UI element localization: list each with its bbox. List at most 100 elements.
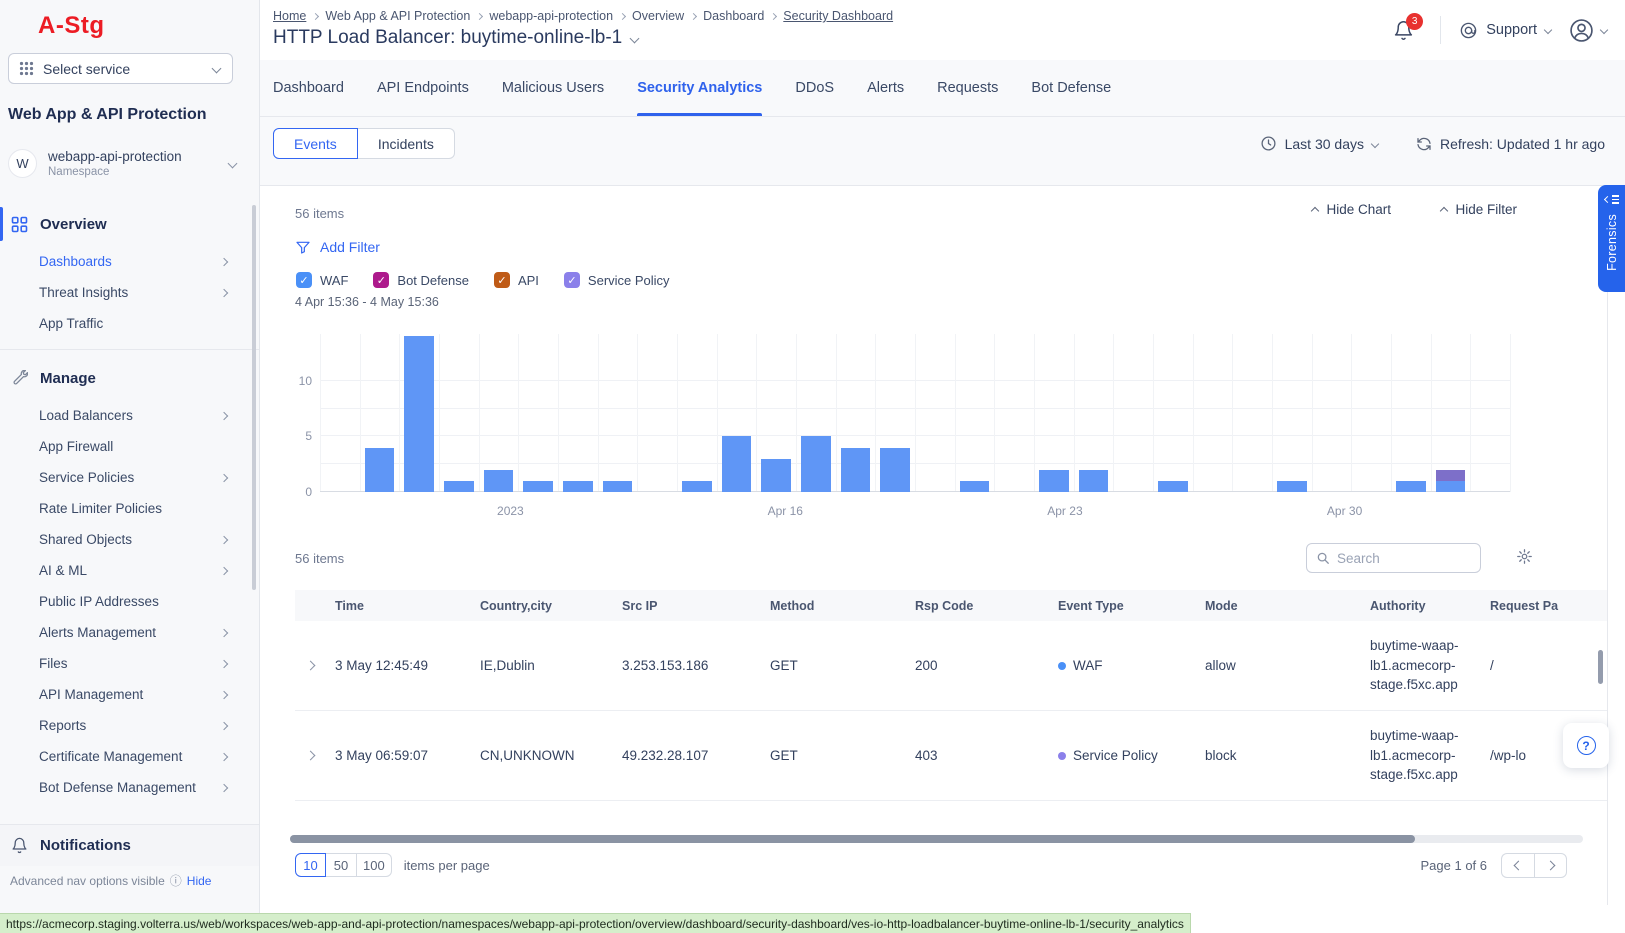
breadcrumb-webapp-api-protection[interactable]: webapp-api-protection (489, 9, 613, 23)
chart-bar[interactable] (1436, 481, 1465, 492)
nav-section-manage[interactable]: Manage (0, 356, 259, 400)
column-header-request-pa[interactable]: Request Pa (1490, 599, 1608, 613)
chart-bar[interactable] (960, 481, 989, 492)
previous-page-button[interactable] (1501, 853, 1534, 878)
sidebar-item-dashboards[interactable]: Dashboards (0, 246, 259, 277)
chart-bar[interactable] (563, 481, 592, 492)
horizontal-scrollbar[interactable] (290, 835, 1583, 843)
breadcrumb-overview[interactable]: Overview (632, 9, 684, 23)
column-header-time[interactable]: Time (335, 599, 480, 613)
sidebar-item-shared-objects[interactable]: Shared Objects (0, 524, 259, 555)
row-expand-icon[interactable] (295, 752, 335, 759)
sidebar-item-rate-limiter-policies[interactable]: Rate Limiter Policies (0, 493, 259, 524)
hide-advanced-nav-link[interactable]: Hide (187, 874, 212, 888)
refresh-control[interactable]: Refresh: Updated 1 hr ago (1416, 136, 1605, 152)
column-header-rsp-code[interactable]: Rsp Code (915, 599, 1058, 613)
legend-item-waf[interactable]: ✓WAF (296, 272, 348, 288)
select-service-dropdown[interactable]: Select service (8, 53, 233, 84)
chart-bar[interactable] (761, 459, 790, 492)
search-input[interactable] (1337, 551, 1514, 566)
per-page-option-10[interactable]: 10 (295, 853, 326, 877)
checkbox-checked-icon[interactable]: ✓ (494, 272, 510, 288)
add-filter-button[interactable]: Add Filter (295, 239, 380, 255)
tab-ddos[interactable]: DDoS (795, 60, 834, 116)
breadcrumb-home[interactable]: Home (273, 9, 306, 23)
chart-bar[interactable] (1436, 470, 1465, 481)
chart-bar[interactable] (1277, 481, 1306, 492)
sidebar-item-certificate-management[interactable]: Certificate Management (0, 741, 259, 772)
chart-bar[interactable] (1396, 481, 1425, 492)
namespace-selector[interactable]: W webapp-api-protection Namespace (8, 142, 248, 184)
tab-dashboard[interactable]: Dashboard (273, 60, 344, 116)
title-dropdown-icon[interactable] (630, 33, 640, 43)
checkbox-checked-icon[interactable]: ✓ (296, 272, 312, 288)
nav-section-overview[interactable]: Overview (0, 202, 259, 246)
chart-bar[interactable] (444, 481, 473, 492)
vertical-scrollbar-thumb[interactable] (1598, 650, 1603, 684)
sidebar-scrollbar[interactable] (252, 205, 256, 590)
notifications-bell-button[interactable]: 3 (1393, 20, 1414, 41)
view-toggle-events[interactable]: Events (273, 128, 358, 159)
breadcrumb-security-dashboard[interactable]: Security Dashboard (783, 9, 893, 23)
column-header-authority[interactable]: Authority (1370, 599, 1490, 613)
chart-bar[interactable] (880, 448, 909, 493)
breadcrumb-web-app-api-protection[interactable]: Web App & API Protection (325, 9, 470, 23)
sidebar-item-ai-ml[interactable]: AI & ML (0, 555, 259, 586)
chart-bar[interactable] (603, 481, 632, 492)
sidebar-item-alerts-management[interactable]: Alerts Management (0, 617, 259, 648)
account-menu[interactable] (1569, 18, 1607, 43)
column-header-event-type[interactable]: Event Type (1058, 599, 1205, 613)
sidebar-item-public-ip-addresses[interactable]: Public IP Addresses (0, 586, 259, 617)
chart-bar[interactable] (1039, 470, 1068, 492)
tab-security-analytics[interactable]: Security Analytics (637, 60, 762, 116)
breadcrumb-dashboard[interactable]: Dashboard (703, 9, 764, 23)
table-row[interactable]: 3 May 12:45:49IE,Dublin3.253.153.186GET2… (295, 621, 1608, 711)
sidebar-item-files[interactable]: Files (0, 648, 259, 679)
hide-chart-button[interactable]: Hide Chart (1312, 202, 1391, 217)
chart-bar[interactable] (801, 436, 830, 492)
legend-item-bot-defense[interactable]: ✓Bot Defense (373, 272, 469, 288)
sidebar-item-reports[interactable]: Reports (0, 710, 259, 741)
sidebar-item-app-traffic[interactable]: App Traffic (0, 308, 259, 339)
chart-bar[interactable] (841, 448, 870, 493)
column-header-country-city[interactable]: Country,city (480, 599, 622, 613)
horizontal-scrollbar-thumb[interactable] (290, 835, 1415, 843)
sidebar-item-load-balancers[interactable]: Load Balancers (0, 400, 259, 431)
hide-filter-button[interactable]: Hide Filter (1441, 202, 1517, 217)
help-button[interactable]: ? (1563, 723, 1609, 768)
table-row[interactable]: 3 May 06:59:07CN,UNKNOWN49.232.28.107GET… (295, 711, 1608, 801)
tab-alerts[interactable]: Alerts (867, 60, 904, 116)
next-page-button[interactable] (1534, 853, 1567, 878)
row-expand-icon[interactable] (295, 662, 335, 669)
chart-bar[interactable] (484, 470, 513, 492)
column-header-mode[interactable]: Mode (1205, 599, 1370, 613)
table-settings-gear-icon[interactable] (1516, 548, 1533, 565)
view-toggle-incidents[interactable]: Incidents (358, 128, 455, 159)
checkbox-checked-icon[interactable]: ✓ (373, 272, 389, 288)
chart-bar[interactable] (722, 436, 751, 492)
legend-item-service-policy[interactable]: ✓Service Policy (564, 272, 670, 288)
checkbox-checked-icon[interactable]: ✓ (564, 272, 580, 288)
chart-bar[interactable] (365, 448, 394, 493)
tab-bot-defense[interactable]: Bot Defense (1031, 60, 1111, 116)
chart-bar[interactable] (523, 481, 552, 492)
time-range-selector[interactable]: Last 30 days (1260, 135, 1378, 152)
chart-bar[interactable] (682, 481, 711, 492)
tab-requests[interactable]: Requests (937, 60, 998, 116)
forensics-panel-tab[interactable]: Forensics (1598, 185, 1625, 292)
column-header-src-ip[interactable]: Src IP (622, 599, 770, 613)
column-header-method[interactable]: Method (770, 599, 915, 613)
chart-bar[interactable] (404, 336, 433, 492)
sidebar-item-threat-insights[interactable]: Threat Insights (0, 277, 259, 308)
sidebar-item-bot-defense-management[interactable]: Bot Defense Management (0, 772, 259, 803)
sidebar-item-api-management[interactable]: API Management (0, 679, 259, 710)
legend-item-api[interactable]: ✓API (494, 272, 539, 288)
chart-bar[interactable] (1079, 470, 1108, 492)
support-menu[interactable]: Support (1459, 21, 1551, 40)
sidebar-item-service-policies[interactable]: Service Policies (0, 462, 259, 493)
per-page-option-50[interactable]: 50 (326, 853, 357, 877)
sidebar-item-app-firewall[interactable]: App Firewall (0, 431, 259, 462)
sidebar-item-notifications[interactable]: Notifications (0, 824, 259, 866)
chart-bar[interactable] (1158, 481, 1187, 492)
per-page-option-100[interactable]: 100 (357, 853, 392, 877)
